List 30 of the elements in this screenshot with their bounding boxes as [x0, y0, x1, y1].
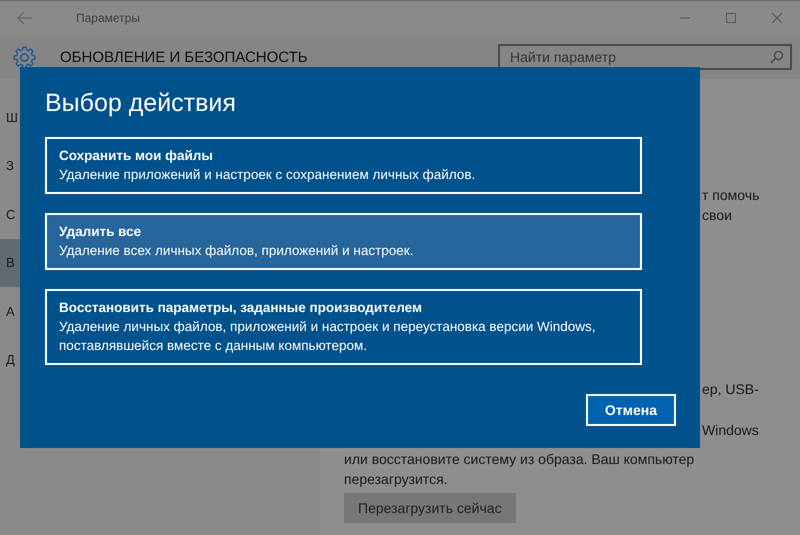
body-text: ер, USB- — [701, 380, 760, 399]
restart-button[interactable]: Перезагрузить сейчас — [344, 493, 516, 523]
settings-icon — [12, 44, 37, 70]
reset-option[interactable]: Сохранить мои файлы Удаление приложений и настроек с сохранением личных файлов. — [45, 137, 642, 194]
option-title: Удалить все — [59, 223, 142, 241]
search-icon — [770, 50, 784, 64]
body-text: или восстановите систему из образа. Ваш компьютер — [344, 450, 696, 469]
dialog-title: Выбор действия — [45, 89, 237, 118]
sidebar-item[interactable]: Ш — [0, 93, 20, 142]
sidebar-item[interactable]: Д — [0, 336, 20, 384]
option-title: Восстановить параметры, заданные производителем — [59, 299, 423, 317]
sidebar-item[interactable]: А — [0, 287, 20, 336]
option-description: Удаление всех личных файлов, приложений и настроек. — [59, 242, 414, 260]
page-heading: ОБНОВЛЕНИЕ И БЕЗОПАСНОСТЬ — [60, 48, 308, 66]
back-icon[interactable] — [17, 11, 33, 25]
window-title: Параметры — [76, 11, 140, 25]
body-text: перезагрузится. — [344, 470, 449, 489]
reset-option[interactable]: Удалить все Удаление всех личных файлов, приложений и настроек. — [45, 213, 642, 270]
reset-option[interactable]: Восстановить параметры, заданные производителем Удаление личных файлов, приложений и настроек и переустановка версии Windows, поставлявшейся вместе с данным компьютером. — [45, 289, 642, 365]
option-description: Удаление приложений и настроек с сохранением личных файлов. — [59, 166, 476, 184]
option-description: Удаление личных файлов, приложений и настроек и переустановка версии Windows, поставлявшейся вместе с данным компьютером. — [59, 318, 597, 355]
sidebar-item[interactable]: З — [0, 142, 20, 190]
search-field[interactable]: Найти параметр — [498, 44, 792, 70]
body-text: т помочь — [701, 186, 760, 205]
sidebar-item[interactable]: С — [0, 190, 20, 238]
body-text: свои — [701, 206, 733, 225]
option-title: Сохранить мои файлы — [59, 147, 214, 165]
cancel-button[interactable]: Отмена — [586, 394, 676, 426]
body-text: Windows — [701, 421, 760, 440]
sidebar-item[interactable]: В — [0, 238, 20, 287]
